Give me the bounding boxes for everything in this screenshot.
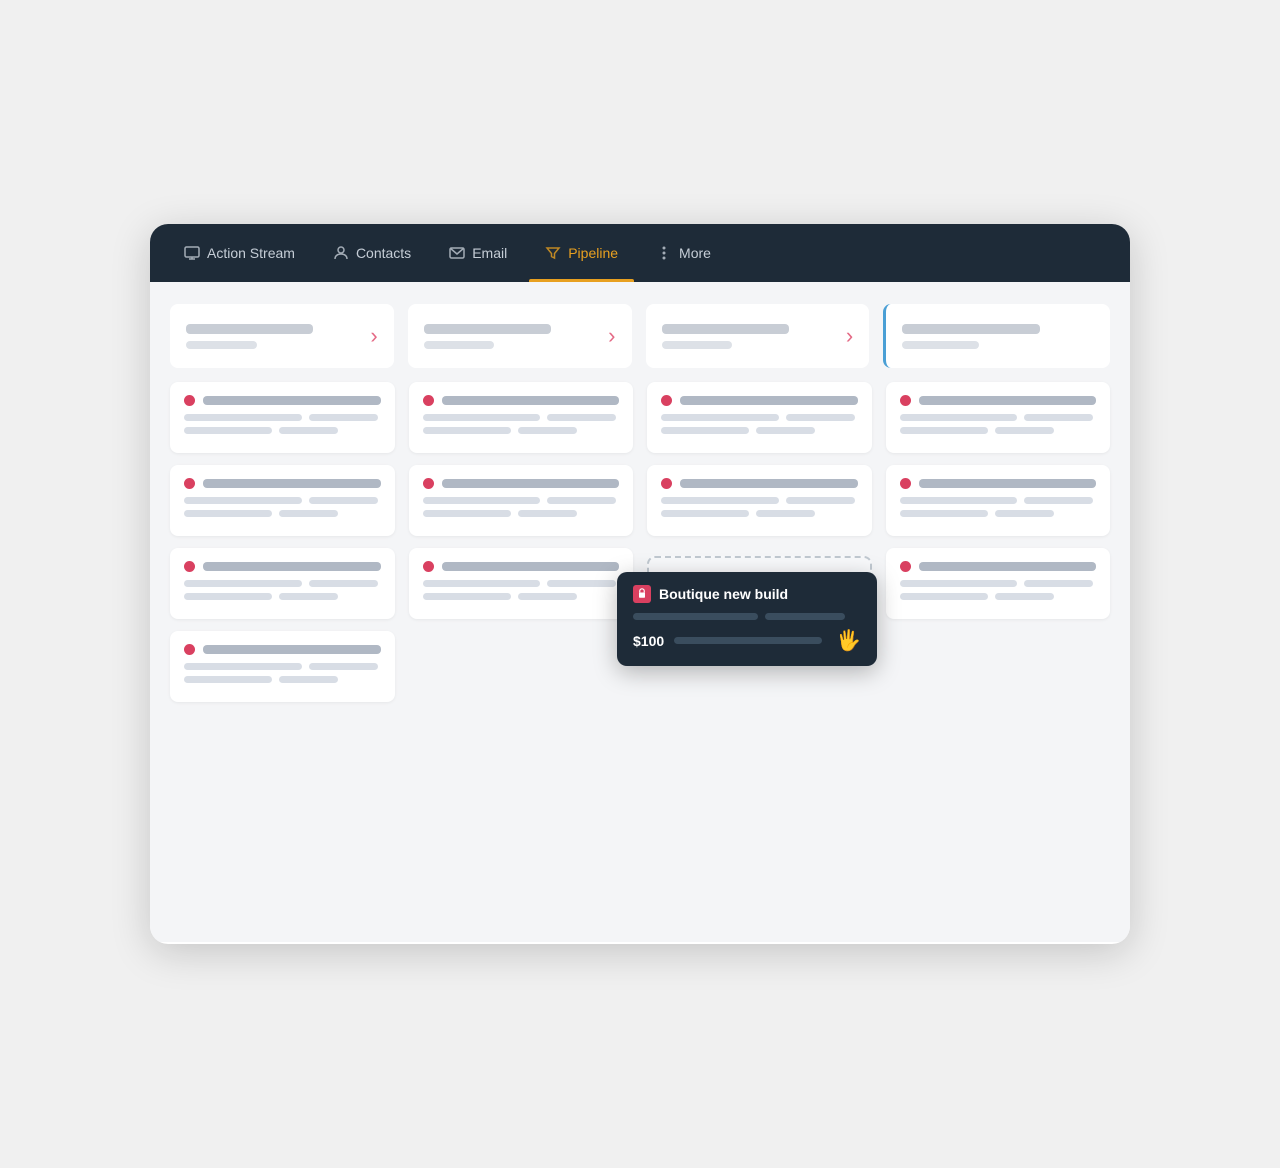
pipeline-col-2: [409, 382, 634, 702]
nav-pipeline[interactable]: Pipeline: [529, 224, 634, 282]
stage-chevron-2: ›: [608, 323, 615, 349]
drag-drop-area: Boutique new build $100 🖐: [647, 556, 872, 636]
card-title-bar: [203, 479, 381, 488]
tooltip-price: $100: [633, 633, 664, 649]
nav-contacts-label: Contacts: [356, 245, 411, 261]
dots-vertical-icon: [656, 245, 672, 261]
stage-chevron-3: ›: [846, 323, 853, 349]
nav-pipeline-label: Pipeline: [568, 245, 618, 261]
card-dot: [184, 395, 195, 406]
tooltip-briefcase-icon: [633, 585, 651, 603]
nav-more[interactable]: More: [640, 224, 727, 282]
nav-contacts[interactable]: Contacts: [317, 224, 427, 282]
card-title-bar: [203, 396, 381, 405]
card-c5[interactable]: [409, 382, 634, 453]
card-dot: [184, 561, 195, 572]
card-title-bar: [919, 396, 1097, 405]
stage-header-1: ›: [170, 304, 394, 368]
card-title-bar: [203, 645, 381, 654]
drag-tooltip: Boutique new build $100 🖐: [617, 572, 877, 666]
funnel-icon: [545, 245, 561, 261]
card-title-bar: [919, 562, 1097, 571]
nav-action-stream-label: Action Stream: [207, 245, 295, 261]
card-c9[interactable]: [647, 465, 872, 536]
card-dot: [423, 395, 434, 406]
card-c7[interactable]: [409, 548, 634, 619]
stage-header-line2: [662, 341, 733, 349]
card-title-bar: [442, 562, 620, 571]
card-dot: [900, 561, 911, 572]
nav-action-stream[interactable]: Action Stream: [168, 224, 311, 282]
pipeline-col-4: [886, 382, 1111, 702]
card-c12[interactable]: [886, 548, 1111, 619]
card-title-bar: [919, 479, 1097, 488]
card-dot: [900, 395, 911, 406]
nav-email-label: Email: [472, 245, 507, 261]
cursor-icon: 🖐: [836, 628, 861, 653]
card-c4[interactable]: [170, 631, 395, 702]
card-c8[interactable]: [647, 382, 872, 453]
card-dot: [423, 478, 434, 489]
nav-bar: Action Stream Contacts Email Pipeline: [150, 224, 1130, 282]
card-title-bar: [680, 479, 858, 488]
stage-header-line1: [424, 324, 551, 334]
stage-header-2: ›: [408, 304, 632, 368]
card-dot: [423, 561, 434, 572]
stage-header-4: [883, 304, 1110, 368]
card-title-bar: [680, 396, 858, 405]
card-dot: [184, 644, 195, 655]
person-icon: [333, 245, 349, 261]
card-title-bar: [442, 396, 620, 405]
nav-email[interactable]: Email: [433, 224, 523, 282]
card-dot: [900, 478, 911, 489]
pipeline-col-1: [170, 382, 395, 702]
nav-more-label: More: [679, 245, 711, 261]
pipeline-col-3: Boutique new build $100 🖐: [647, 382, 872, 702]
pipeline-columns: Boutique new build $100 🖐: [170, 382, 1110, 702]
stage-chevron-1: ›: [370, 323, 377, 349]
stage-header-line1: [902, 324, 1040, 334]
monitor-icon: [184, 245, 200, 261]
stage-header-line1: [662, 324, 789, 334]
stage-header-line2: [424, 341, 495, 349]
stage-header-3: ›: [646, 304, 870, 368]
tooltip-title: Boutique new build: [659, 586, 788, 602]
card-c2[interactable]: [170, 465, 395, 536]
card-c6[interactable]: [409, 465, 634, 536]
card-dot: [661, 395, 672, 406]
card-dot: [661, 478, 672, 489]
card-dot: [184, 478, 195, 489]
card-c3[interactable]: [170, 548, 395, 619]
stages-row: › › ›: [170, 304, 1110, 368]
app-window: Action Stream Contacts Email Pipeline: [150, 224, 1130, 944]
card-c10[interactable]: [886, 382, 1111, 453]
envelope-icon: [449, 245, 465, 261]
pipeline-board: › › ›: [150, 282, 1130, 942]
stage-header-line1: [186, 324, 313, 334]
card-title-bar: [442, 479, 620, 488]
stage-header-line2: [902, 341, 979, 349]
card-c11[interactable]: [886, 465, 1111, 536]
card-c1[interactable]: [170, 382, 395, 453]
stage-header-line2: [186, 341, 257, 349]
card-title-bar: [203, 562, 381, 571]
